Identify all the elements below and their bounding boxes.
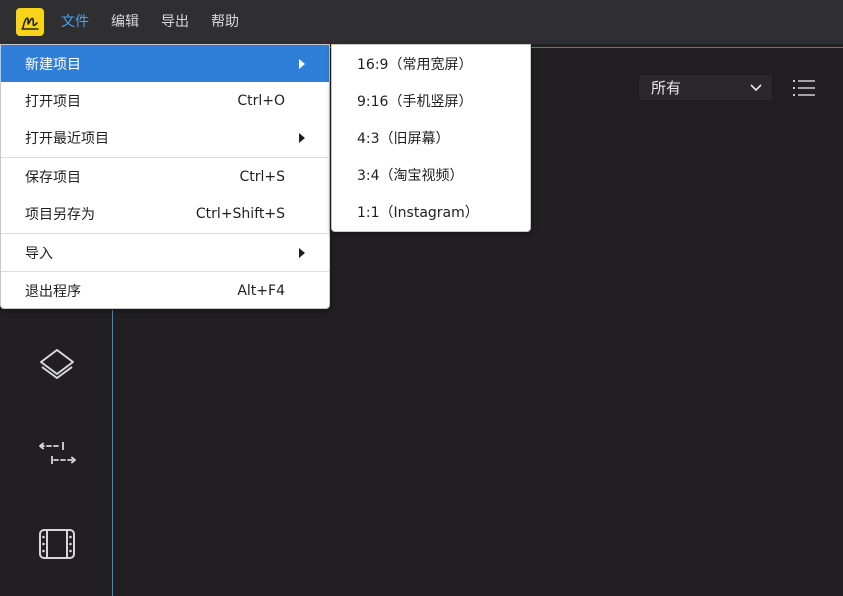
menu-item-shortcut: Ctrl+Shift+S	[195, 205, 285, 222]
menu-item-label: 导入	[25, 245, 53, 262]
menu-item-open-project[interactable]: 打开项目 Ctrl+O	[1, 82, 329, 119]
menu-item-label: 退出程序	[25, 283, 81, 300]
menu-item-label: 保存项目	[25, 169, 81, 186]
menu-item-label: 新建项目	[25, 56, 81, 73]
submenu-item-label: 4:3（旧屏幕）	[357, 130, 450, 147]
menu-item-label: 打开最近项目	[25, 130, 109, 147]
submenu-item-label: 16:9（常用宽屏）	[357, 56, 473, 73]
submenu-item-16-9[interactable]: 16:9（常用宽屏）	[332, 45, 530, 82]
menu-item-label: 打开项目	[25, 93, 81, 110]
app-logo-icon[interactable]	[16, 8, 44, 36]
submenu-item-3-4[interactable]: 3:4（淘宝视频）	[332, 156, 530, 193]
menu-item-shortcut: Ctrl+S	[239, 168, 285, 185]
submenu-arrow-icon	[299, 59, 305, 69]
submenu-item-4-3[interactable]: 4:3（旧屏幕）	[332, 119, 530, 156]
menu-item-shortcut: Ctrl+O	[237, 92, 285, 109]
submenu-item-1-1[interactable]: 1:1（Instagram）	[332, 193, 530, 230]
menu-item-open-recent[interactable]: 打开最近项目	[1, 119, 329, 156]
submenu-item-label: 9:16（手机竖屏）	[357, 93, 473, 110]
layers-icon[interactable]	[38, 348, 76, 380]
submenu-arrow-icon	[299, 133, 305, 143]
submenu-arrow-icon	[299, 248, 305, 258]
list-view-icon[interactable]	[792, 78, 816, 98]
filter-select-value: 所有	[651, 79, 682, 97]
menu-item-shortcut: Alt+F4	[237, 282, 285, 299]
submenu-item-label: 1:1（Instagram）	[357, 204, 479, 221]
film-icon[interactable]	[38, 528, 76, 560]
menu-item-label: 项目另存为	[25, 206, 95, 223]
new-project-submenu: 16:9（常用宽屏） 9:16（手机竖屏） 4:3（旧屏幕） 3:4（淘宝视频）…	[331, 44, 531, 232]
transition-arrows-icon[interactable]	[37, 439, 79, 469]
submenu-item-9-16[interactable]: 9:16（手机竖屏）	[332, 82, 530, 119]
menu-edit[interactable]: 编辑	[111, 12, 139, 32]
filter-select[interactable]: 所有	[638, 74, 773, 101]
menubar: 文件 编辑 导出 帮助	[0, 0, 843, 44]
chevron-down-icon	[750, 84, 762, 92]
menu-file[interactable]: 文件	[61, 12, 89, 32]
menu-item-new-project[interactable]: 新建项目	[1, 45, 329, 82]
file-menu: 新建项目 打开项目 Ctrl+O 打开最近项目 保存项目 Ctrl+S 项目另存…	[0, 44, 330, 309]
menu-help[interactable]: 帮助	[211, 12, 239, 32]
menu-item-exit[interactable]: 退出程序 Alt+F4	[1, 272, 329, 309]
menu-item-import[interactable]: 导入	[1, 234, 329, 271]
submenu-item-label: 3:4（淘宝视频）	[357, 167, 464, 184]
menu-item-save-as[interactable]: 项目另存为 Ctrl+Shift+S	[1, 195, 329, 232]
menu-item-save-project[interactable]: 保存项目 Ctrl+S	[1, 158, 329, 195]
menu-export[interactable]: 导出	[161, 12, 189, 32]
